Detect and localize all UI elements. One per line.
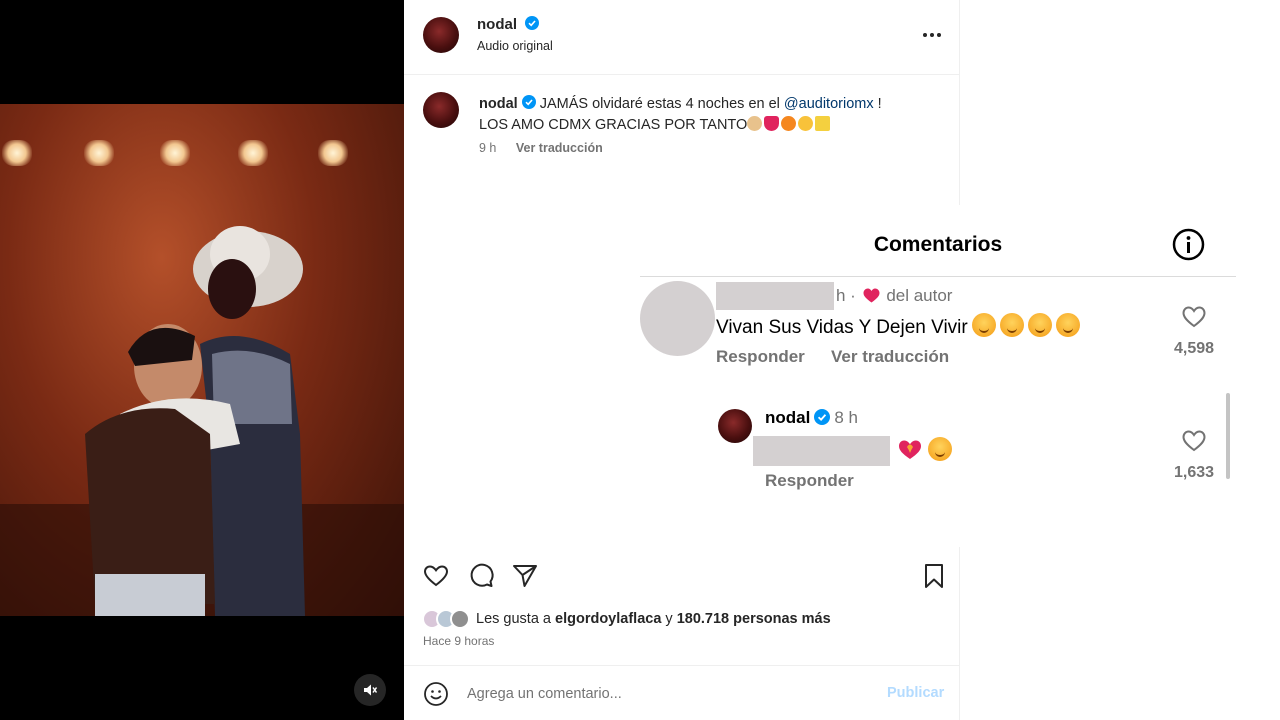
reply-header: nodal 8 h: [765, 408, 858, 428]
smiling-hearts-emoji: [999, 313, 1024, 337]
heart-icon[interactable]: [422, 562, 450, 590]
translate-button[interactable]: Ver traducción: [831, 347, 949, 367]
reply-username[interactable]: nodal: [765, 408, 810, 427]
reply-avatar[interactable]: [718, 409, 752, 443]
post-header: nodal Audio original: [404, 0, 960, 75]
author-liked-heart-icon: [863, 288, 880, 303]
reply-button[interactable]: Responder: [716, 347, 805, 367]
verified-badge-icon: [814, 409, 831, 425]
comment-meta: h · del autor: [836, 286, 952, 306]
info-icon[interactable]: [1172, 228, 1205, 261]
action-bar: [404, 556, 960, 600]
author-username[interactable]: nodal: [477, 16, 517, 33]
comment-like-count: 4,598: [1173, 340, 1215, 357]
smiling-hearts-emoji: [1055, 313, 1080, 337]
post-timestamp: Hace 9 horas: [423, 634, 495, 648]
author-name-row: nodal: [477, 16, 540, 34]
instagram-post-view: nodal Audio original nodal JAMÁS olvidar…: [0, 0, 1280, 720]
comment-avatar[interactable]: [640, 281, 715, 356]
bookmark-icon[interactable]: [920, 562, 948, 590]
verified-badge-icon: [525, 16, 540, 30]
comment-time: h ·: [836, 286, 856, 305]
praying-hands-emoji: [747, 116, 763, 131]
heart-on-fire-emoji: [899, 440, 921, 459]
likes-middle: y: [665, 611, 673, 627]
comment-text: Vivan Sus Vidas Y Dejen Vivir: [716, 313, 1080, 339]
caption-mention[interactable]: @auditoriomx: [784, 96, 874, 112]
mute-button[interactable]: [354, 674, 386, 706]
smiling-hearts-emoji: [798, 116, 814, 131]
caption-text: nodal JAMÁS olvidaré estas 4 noches en e…: [479, 94, 949, 136]
share-icon[interactable]: [511, 562, 539, 590]
fire-emoji: [781, 116, 797, 131]
caption-meta: 9 h Ver traducción: [479, 141, 603, 155]
reply-emojis: [898, 437, 953, 462]
caption-time: 9 h: [479, 141, 497, 155]
liker-avatar: [450, 609, 470, 629]
smiling-hearts-emoji: [971, 313, 996, 337]
comment-bar: Publicar: [404, 665, 960, 720]
sparkles-emoji: [815, 116, 831, 131]
comment-like-count: 1,633: [1173, 464, 1215, 481]
caption-avatar[interactable]: [423, 92, 459, 128]
reply-button[interactable]: Responder: [765, 471, 854, 491]
comment-icon[interactable]: [467, 562, 495, 590]
caption-username[interactable]: nodal: [479, 96, 518, 112]
post-video[interactable]: [0, 104, 404, 616]
caption-line2: LOS AMO CDMX GRACIAS POR TANTO: [479, 117, 748, 133]
caption-line1: JAMÁS olvidaré estas 4 noches en el: [539, 96, 780, 112]
publish-button[interactable]: Publicar: [887, 685, 944, 701]
author-avatar[interactable]: [423, 17, 459, 53]
redacted-username: [716, 282, 834, 310]
mute-icon: [364, 684, 378, 696]
audio-label[interactable]: Audio original: [477, 39, 553, 53]
likes-count[interactable]: 180.718 personas más: [677, 611, 831, 627]
translate-link[interactable]: Ver traducción: [516, 141, 603, 155]
likes-prefix: Les gusta a: [476, 611, 551, 627]
reply-time: 8 h: [834, 408, 858, 427]
comments-scrollbar[interactable]: [1226, 393, 1230, 479]
more-options-icon[interactable]: [920, 26, 944, 44]
comment-input[interactable]: [467, 680, 867, 708]
verified-badge-icon: [521, 95, 536, 109]
comment-text-content: Vivan Sus Vidas Y Dejen Vivir: [716, 317, 968, 338]
comment-like-heart-icon[interactable]: [1181, 428, 1207, 452]
comments-title: Comentarios: [873, 233, 1003, 256]
caption-line1-end: !: [877, 96, 882, 112]
comments-divider: [640, 276, 1236, 277]
liked-by-author-label: del autor: [886, 286, 953, 305]
comments-card: Comentarios h · del autor Vivan Sus Vida…: [640, 205, 1236, 547]
red-heart-emoji: [764, 116, 780, 131]
comment-like-heart-icon[interactable]: [1181, 304, 1207, 328]
emoji-icon[interactable]: [423, 681, 449, 707]
redacted-reply-text: [753, 436, 890, 466]
likes-summary[interactable]: Les gusta a elgordoylaflaca y 180.718 pe…: [422, 608, 831, 630]
video-scene: [0, 226, 404, 616]
smiling-hearts-emoji: [1027, 313, 1052, 337]
video-panel[interactable]: [0, 0, 404, 720]
likes-user[interactable]: elgordoylaflaca: [555, 611, 661, 627]
smiling-hearts-emoji: [928, 437, 953, 461]
